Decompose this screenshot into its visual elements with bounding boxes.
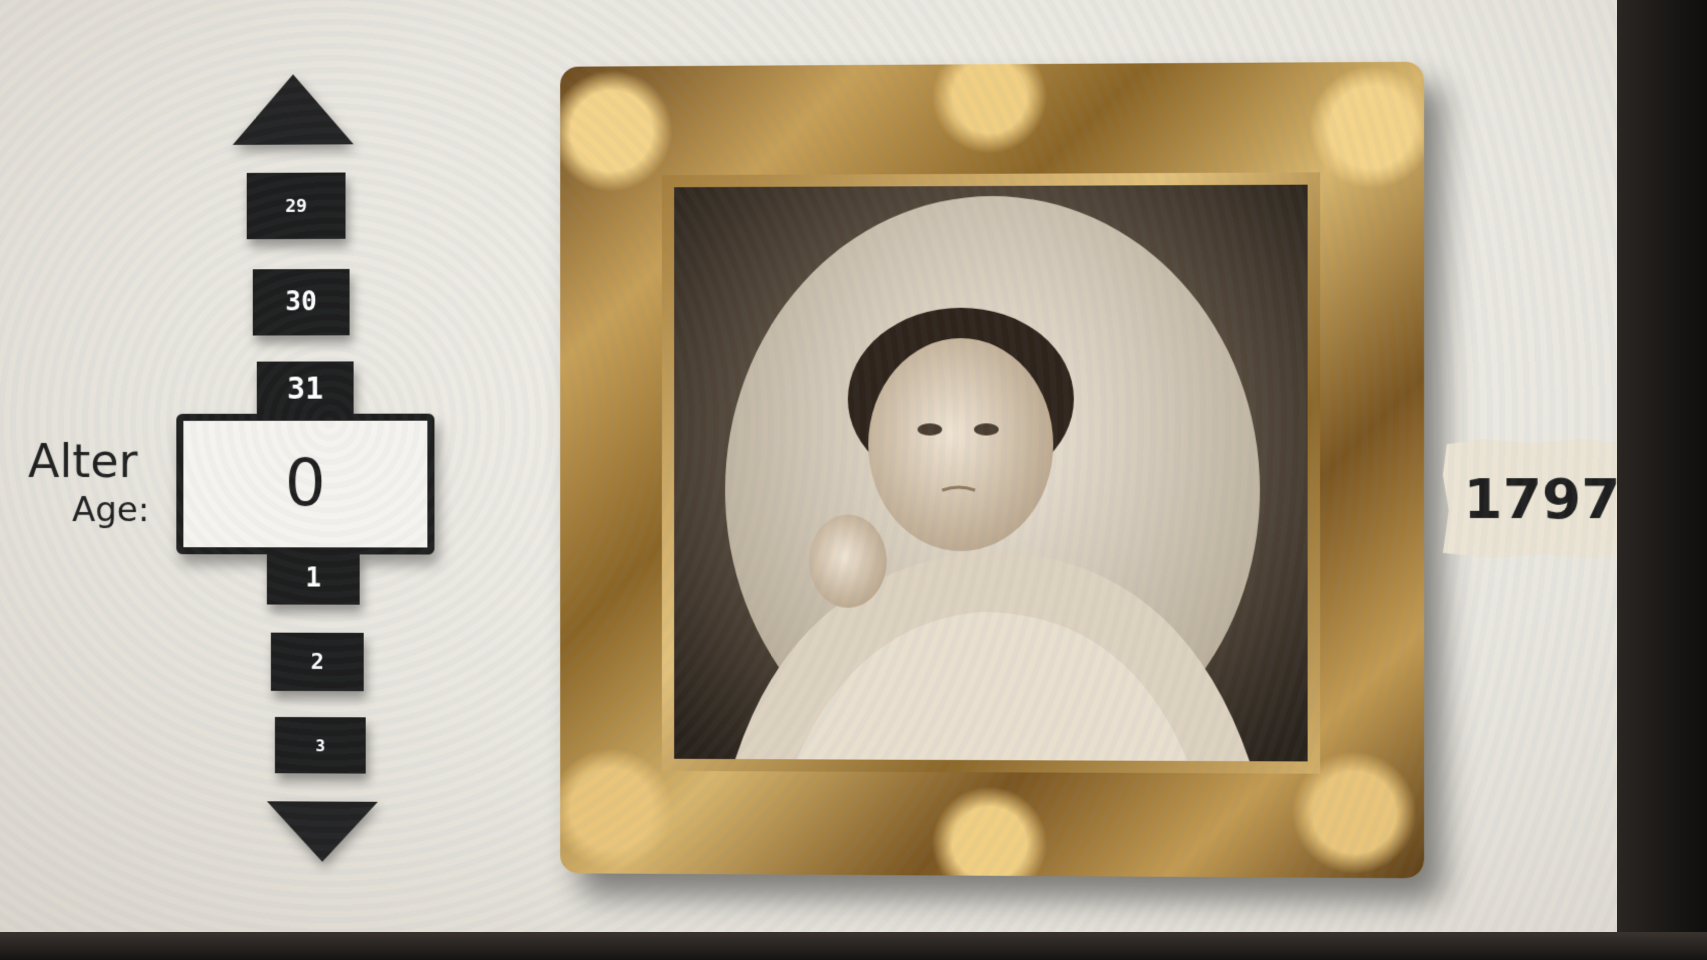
- age-option-2[interactable]: 2: [271, 633, 364, 692]
- year-card: 1797: [1443, 439, 1642, 558]
- kiosk-screen: 29 30 31 Alter Age: 0 1 2 3 1797: [0, 0, 1679, 951]
- age-option-29[interactable]: 29: [247, 173, 346, 240]
- screen-bezel-bottom: [0, 932, 1707, 960]
- scroll-up-arrow-icon[interactable]: [233, 74, 354, 145]
- current-age-display[interactable]: 0: [176, 414, 434, 555]
- age-option-31[interactable]: 31: [257, 361, 354, 415]
- age-label-german: Alter: [28, 434, 138, 488]
- age-option-1[interactable]: 1: [267, 552, 360, 604]
- ornate-gold-frame: [560, 62, 1424, 879]
- scroll-down-arrow-icon[interactable]: [267, 801, 378, 862]
- age-option-3[interactable]: 3: [275, 717, 366, 774]
- portrait-photo: [674, 185, 1307, 762]
- age-label-english: Age:: [72, 490, 149, 530]
- age-option-30[interactable]: 30: [253, 269, 350, 336]
- baby-portrait-image: [674, 185, 1307, 762]
- frame-inner-border: [662, 172, 1320, 773]
- screen-bezel-right: [1617, 0, 1707, 960]
